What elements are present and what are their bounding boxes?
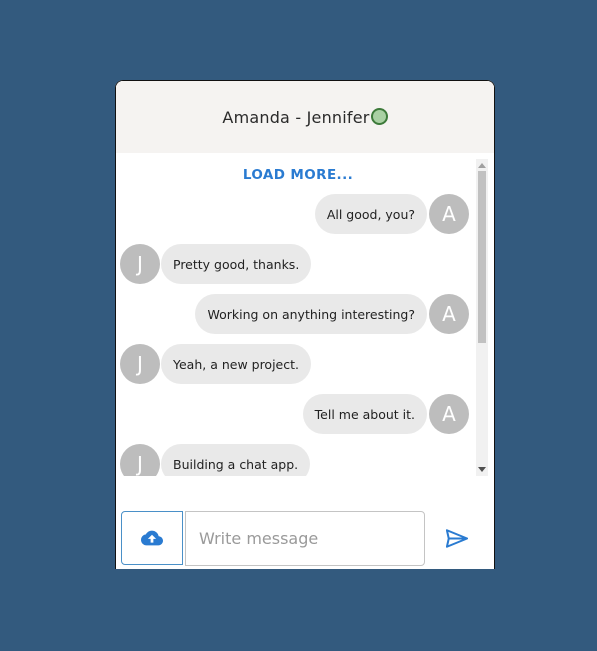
upload-button[interactable] [121,511,183,565]
load-more-button[interactable]: LOAD MORE... [116,167,480,183]
online-status-icon [370,108,388,125]
chat-header: Amanda - Jennifer [116,81,494,153]
message-bubble: Tell me about it. [302,394,427,434]
message-row: J Building a chat app. [120,444,311,476]
send-icon [446,529,468,548]
avatar: J [120,344,160,384]
message-bubble: Working on anything interesting? [195,294,427,334]
avatar: A [429,194,469,234]
scroll-down-arrow-icon[interactable] [478,467,486,472]
message-composer [116,511,494,569]
message-list-scrollbar[interactable] [476,159,488,476]
message-input[interactable] [185,511,425,566]
chat-window-inner: Amanda - Jennifer LOAD MORE... All good,… [116,81,494,569]
avatar: J [120,444,160,476]
scroll-up-arrow-icon[interactable] [478,163,486,168]
message-row: All good, you? A [314,194,469,234]
message-row: Working on anything interesting? A [195,294,469,334]
cloud-upload-icon [141,530,163,546]
chat-title: Amanda - Jennifer [222,107,370,127]
message-list[interactable]: LOAD MORE... All good, you? A J Pretty g… [116,153,488,476]
avatar: A [429,294,469,334]
message-row: J Yeah, a new project. [120,344,311,384]
send-button[interactable] [434,511,480,566]
message-row: Tell me about it. A [302,394,469,434]
message-bubble: All good, you? [314,194,427,234]
message-bubble: Yeah, a new project. [161,344,311,384]
avatar: J [120,244,160,284]
message-bubble: Building a chat app. [161,444,311,476]
message-bubble: Pretty good, thanks. [161,244,312,284]
avatar: A [429,394,469,434]
message-row: J Pretty good, thanks. [120,244,312,284]
chat-window: Amanda - Jennifer LOAD MORE... All good,… [115,80,495,569]
scrollbar-thumb[interactable] [478,171,486,343]
